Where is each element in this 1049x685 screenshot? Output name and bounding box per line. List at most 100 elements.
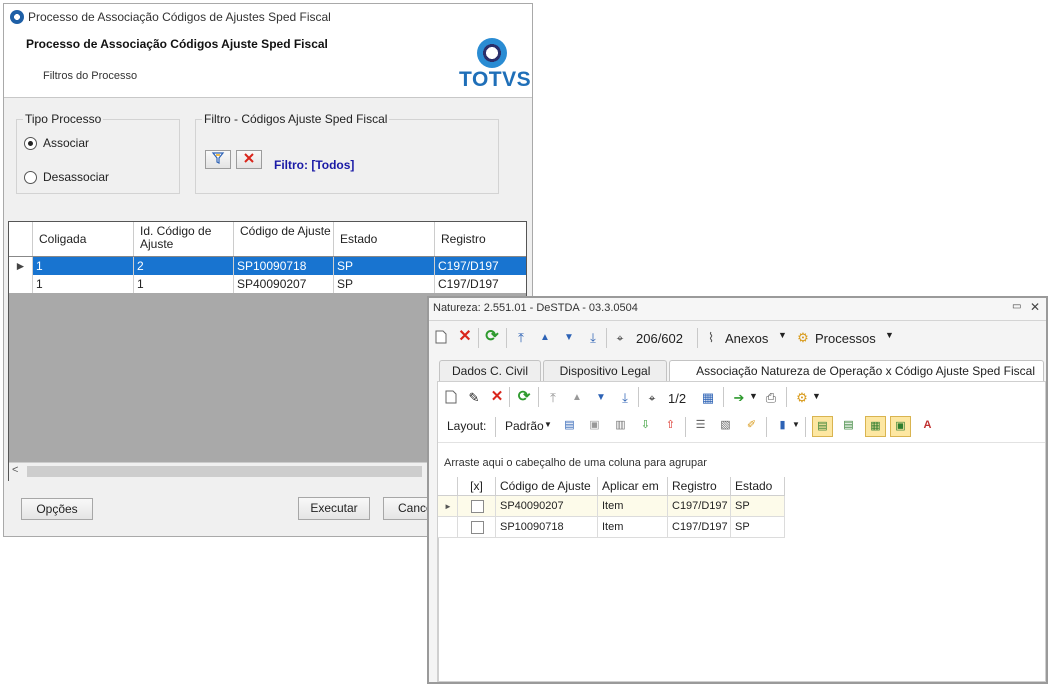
chart-dropdown-icon[interactable]: ▼ xyxy=(792,420,800,429)
filter-button[interactable] xyxy=(205,150,231,169)
cell-registro: C197/D197 xyxy=(438,277,499,291)
toolbar-separator xyxy=(538,387,539,407)
tab-dispositivo-legal[interactable]: Dispositivo Legal xyxy=(543,360,667,381)
layout-grid-icon[interactable]: ▤ xyxy=(559,416,580,437)
radio-desassociar-indicator[interactable] xyxy=(24,171,37,184)
col-header-check[interactable]: [x] xyxy=(458,477,496,496)
view-font-icon[interactable]: A xyxy=(917,416,938,437)
row-checkbox[interactable] xyxy=(471,500,484,513)
layout-columns-icon[interactable]: ☰ xyxy=(690,416,711,437)
last-record-icon[interactable]: ⤓ xyxy=(617,390,633,406)
executar-button[interactable]: Executar xyxy=(298,497,370,520)
chart-icon[interactable]: ▮ xyxy=(772,416,793,437)
window-title-bar: Natureza: 2.551.01 - DeSTDA - 03.3.0504 … xyxy=(429,298,1046,321)
toolbar-separator xyxy=(697,328,698,348)
cell-check[interactable] xyxy=(458,517,496,538)
col-header-aplicar[interactable]: Aplicar em xyxy=(598,477,668,496)
col-header-coligada[interactable]: Coligada xyxy=(33,222,134,256)
layout-copy-icon[interactable]: ▣ xyxy=(584,416,605,437)
toolbar-separator xyxy=(478,328,479,348)
layout-edit-icon[interactable]: ✐ xyxy=(741,416,762,437)
tab-associacao[interactable]: Associação Natureza de Operação x Código… xyxy=(669,360,1044,381)
row-indicator xyxy=(9,275,33,293)
col-header-id-codigo[interactable]: Id. Código de Ajuste xyxy=(134,222,234,256)
binoculars-icon[interactable]: ⌖ xyxy=(612,330,628,346)
processes-dropdown-icon[interactable]: ▼ xyxy=(812,391,821,401)
cell-registro: C197/D197 xyxy=(668,517,731,538)
export-icon[interactable]: ➔ xyxy=(731,390,747,406)
anexos-dropdown-icon[interactable]: ▼ xyxy=(778,330,787,340)
table-row[interactable]: SP10090718 Item C197/D197 SP xyxy=(438,517,785,538)
row-checkbox[interactable] xyxy=(471,521,484,534)
main-toolbar: ✕ ⟳ ⤒ ▲ ▼ ⤓ ⌖ 206/602 ⌇ Anexos ▼ ⚙ Proce… xyxy=(429,324,1046,352)
next-record-icon[interactable]: ▼ xyxy=(561,330,577,346)
header-subtitle: Filtros do Processo xyxy=(43,70,138,82)
cell-codigo: SP10090718 xyxy=(234,257,334,275)
view-list-icon[interactable]: ▤ xyxy=(838,416,859,437)
binoculars-icon[interactable]: ⌖ xyxy=(644,390,660,406)
layout-sheet-icon[interactable]: ▥ xyxy=(610,416,631,437)
col-header-estado[interactable]: Estado xyxy=(334,222,435,256)
view-detail-icon[interactable]: ▦ xyxy=(865,416,886,437)
next-record-icon[interactable]: ▼ xyxy=(593,390,609,406)
opcoes-button[interactable]: Opções xyxy=(21,498,93,520)
new-icon[interactable] xyxy=(443,390,459,406)
calendar-icon[interactable]: ▦ xyxy=(700,390,716,406)
view-form-icon[interactable]: ▣ xyxy=(890,416,911,437)
cell-coligada: 1 xyxy=(33,275,134,293)
toolbar-separator xyxy=(509,387,510,407)
close-icon xyxy=(244,153,254,163)
delete-icon[interactable]: ✕ xyxy=(457,329,473,345)
tab-dados-c-civil[interactable]: Dados C. Civil xyxy=(439,360,541,381)
print-icon[interactable]: ⎙ xyxy=(763,390,779,406)
close-icon[interactable]: ✕ xyxy=(1030,300,1040,314)
edit-icon[interactable]: ✎ xyxy=(466,390,482,406)
cell-registro: C197/D197 xyxy=(668,496,731,517)
delete-icon[interactable]: ✕ xyxy=(489,389,505,405)
gears-icon: ⚙ xyxy=(797,330,809,345)
scroll-left-icon[interactable]: < xyxy=(12,464,18,476)
layout-toolbar: Layout: Padrão ▼ ▤ ▣ ▥ ⇩ ⇧ ☰ ▧ ✐ ▮ ▼ ▤ ▤… xyxy=(438,414,1045,440)
last-record-icon[interactable]: ⤓ xyxy=(585,330,601,346)
anexos-menu[interactable]: Anexos xyxy=(725,331,768,346)
layout-import-icon[interactable]: ⇩ xyxy=(635,416,656,437)
previous-record-icon[interactable]: ▲ xyxy=(569,390,585,406)
toolbar-separator xyxy=(786,387,787,407)
layout-export-icon[interactable]: ⇧ xyxy=(660,416,681,437)
col-header-estado[interactable]: Estado xyxy=(731,477,785,496)
table-row[interactable]: ► 1 2 SP10090718 SP C197/D197 xyxy=(9,257,526,275)
layout-format-icon[interactable]: ▧ xyxy=(715,416,736,437)
row-pointer-icon: ► xyxy=(438,496,458,517)
filter-status: Filtro: [Todos] xyxy=(274,158,355,172)
scrollbar-thumb[interactable] xyxy=(27,466,422,477)
processos-menu[interactable]: Processos xyxy=(815,331,876,346)
restore-icon[interactable]: ▭ xyxy=(1012,301,1021,312)
col-header-registro[interactable]: Registro xyxy=(435,222,526,256)
table-row[interactable]: 1 1 SP40090207 SP C197/D197 xyxy=(9,275,526,293)
cell-estado: SP xyxy=(731,496,785,517)
radio-associar-indicator[interactable] xyxy=(24,137,37,150)
col-header-codigo[interactable]: Código de Ajuste xyxy=(234,222,334,256)
padrao-dropdown[interactable]: Padrão xyxy=(505,419,544,433)
col-header-registro[interactable]: Registro xyxy=(668,477,731,496)
gears-icon[interactable]: ⚙ xyxy=(794,390,810,406)
new-icon[interactable] xyxy=(433,330,449,346)
row-indicator-header xyxy=(438,477,458,496)
export-dropdown-icon[interactable]: ▼ xyxy=(749,391,758,401)
radio-desassociar[interactable]: Desassociar xyxy=(24,170,144,186)
padrao-dropdown-icon[interactable]: ▼ xyxy=(544,420,552,429)
previous-record-icon[interactable]: ▲ xyxy=(537,330,553,346)
cell-check[interactable] xyxy=(458,496,496,517)
first-record-icon[interactable]: ⤒ xyxy=(545,390,561,406)
processos-dropdown-icon[interactable]: ▼ xyxy=(885,330,894,340)
refresh-icon[interactable]: ⟳ xyxy=(516,389,532,405)
tipo-processo-legend: Tipo Processo xyxy=(25,112,102,126)
first-record-icon[interactable]: ⤒ xyxy=(513,330,529,346)
table-row[interactable]: ► SP40090207 Item C197/D197 SP xyxy=(438,496,785,517)
toolbar-separator xyxy=(685,417,686,437)
clear-filter-button[interactable] xyxy=(236,150,262,169)
view-grid-icon[interactable]: ▤ xyxy=(812,416,833,437)
col-header-codigo[interactable]: Código de Ajuste xyxy=(496,477,598,496)
refresh-icon[interactable]: ⟳ xyxy=(484,329,500,345)
radio-associar[interactable]: Associar xyxy=(24,136,144,152)
